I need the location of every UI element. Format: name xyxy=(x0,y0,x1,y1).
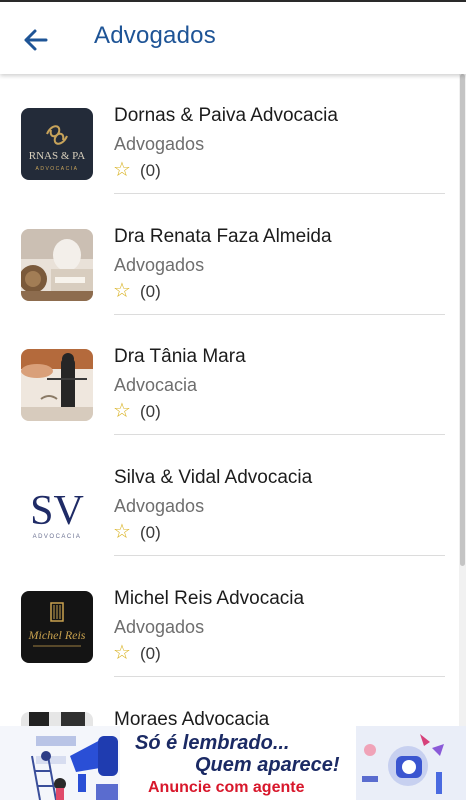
business-category: Advogados xyxy=(114,617,205,637)
list-item[interactable]: Moraes Advocacia xyxy=(0,678,458,726)
business-name: Silva & Vidal Advocacia xyxy=(114,467,313,488)
business-logo: Michel Reis xyxy=(21,591,93,663)
page-title: Advogados xyxy=(94,22,216,49)
svg-text:Quem aparece!: Quem aparece! xyxy=(195,754,340,776)
star-outline-icon: ☆ xyxy=(113,521,131,543)
rating-count: (0) xyxy=(140,161,161,180)
business-name: Dra Renata Faza Almeida xyxy=(114,226,332,247)
business-photo xyxy=(21,349,93,421)
star-outline-icon: ☆ xyxy=(113,642,131,664)
svg-text:ADVOCACIA: ADVOCACIA xyxy=(36,166,79,172)
app-bar: Advogados xyxy=(0,2,466,74)
svg-text:Só é lembrado...: Só é lembrado... xyxy=(135,732,289,754)
scrollbar-thumb[interactable] xyxy=(460,74,465,566)
list-item[interactable]: SV ADVOCACIA Silva & Vidal Advocacia Adv… xyxy=(0,436,458,556)
lawyer-list[interactable]: RNAS & PA ADVOCACIA Dornas & Paiva Advoc… xyxy=(0,74,458,726)
business-name: Dra Tânia Mara xyxy=(114,346,246,367)
business-photo xyxy=(21,712,93,726)
business-name: Moraes Advocacia xyxy=(114,709,270,726)
svg-text:Michel Reis: Michel Reis xyxy=(28,628,86,642)
business-name: Michel Reis Advocacia xyxy=(114,588,305,609)
svg-text:SV: SV xyxy=(30,488,84,534)
back-button[interactable] xyxy=(18,22,54,58)
list-item[interactable]: Dra Renata Faza Almeida Advogados ☆ (0) xyxy=(0,195,458,315)
business-category: Advogados xyxy=(114,496,205,516)
rating-count: (0) xyxy=(140,282,161,301)
divider xyxy=(114,434,445,435)
business-name: Dornas & Paiva Advocacia xyxy=(114,105,338,126)
business-logo: RNAS & PA ADVOCACIA xyxy=(21,108,93,180)
ad-banner[interactable]: Só é lembrado... Quem aparece! Anuncie c… xyxy=(0,726,466,800)
business-category: Advogados xyxy=(114,255,205,275)
rating-count: (0) xyxy=(140,523,161,542)
list-item[interactable]: Michel Reis Michel Reis Advocacia Advoga… xyxy=(0,557,458,677)
svg-text:ADVOCACIA: ADVOCACIA xyxy=(33,534,82,540)
business-logo: SV ADVOCACIA xyxy=(21,470,93,542)
svg-text:Anuncie com agente: Anuncie com agente xyxy=(148,779,305,796)
list-item[interactable]: RNAS & PA ADVOCACIA Dornas & Paiva Advoc… xyxy=(0,74,458,194)
list-item[interactable]: Dra Tânia Mara Advocacia ☆ (0) xyxy=(0,315,458,435)
business-category: Advocacia xyxy=(114,375,198,395)
business-category: Advogados xyxy=(114,134,205,154)
star-outline-icon: ☆ xyxy=(113,400,131,422)
star-outline-icon: ☆ xyxy=(113,159,131,181)
business-photo xyxy=(21,229,93,301)
rating-count: (0) xyxy=(140,402,161,421)
scrollbar[interactable] xyxy=(459,74,466,726)
star-outline-icon: ☆ xyxy=(113,280,131,302)
arrow-left-icon xyxy=(24,29,48,51)
svg-text:RNAS & PA: RNAS & PA xyxy=(29,150,86,162)
divider xyxy=(114,676,445,677)
divider xyxy=(114,193,445,194)
rating-count: (0) xyxy=(140,644,161,663)
divider xyxy=(114,555,445,556)
